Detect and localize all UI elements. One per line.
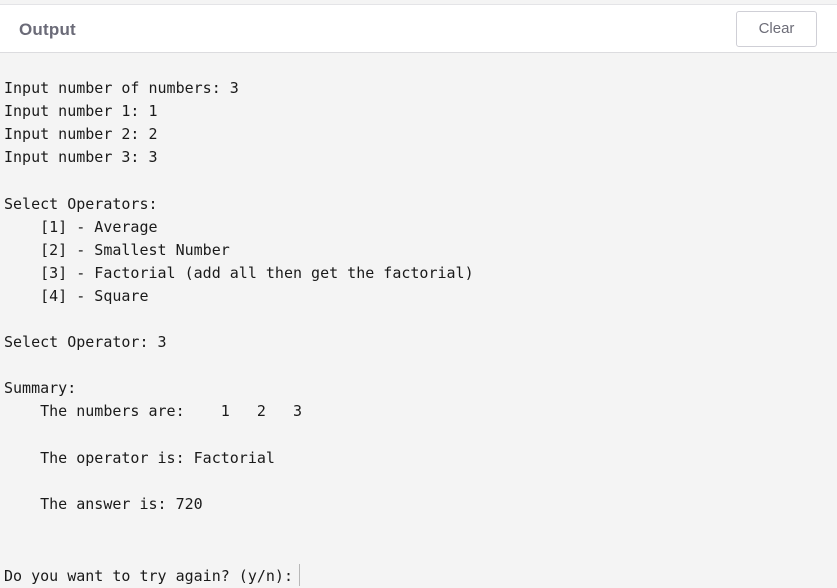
console-line: The numbers are: 1 2 3 <box>4 402 303 420</box>
console-line: Input number 3: 3 <box>4 148 158 166</box>
console-line: [2] - Smallest Number <box>4 241 230 259</box>
console-line: Select Operators: <box>4 195 158 213</box>
console-line: Summary: <box>4 379 77 397</box>
clear-button[interactable]: Clear <box>736 11 817 47</box>
console-line: [1] - Average <box>4 218 158 236</box>
output-console: Input number of numbers: 3 Input number … <box>0 53 837 588</box>
panel-title: Output <box>19 20 76 39</box>
output-panel-header: Output Clear <box>0 4 837 53</box>
text-cursor <box>298 564 300 586</box>
console-line: [3] - Factorial (add all then get the fa… <box>4 264 474 282</box>
console-line: Select Operator: 3 <box>4 333 167 351</box>
console-line: The operator is: Factorial <box>4 449 275 467</box>
console-line: The answer is: 720 <box>4 495 203 513</box>
console-line: [4] - Square <box>4 287 149 305</box>
console-line: Input number 2: 2 <box>4 125 158 143</box>
console-line: Input number of numbers: 3 <box>4 79 239 97</box>
prompt-text: Do you want to try again? (y/n): <box>4 567 293 585</box>
console-prompt-line[interactable]: Do you want to try again? (y/n): <box>4 564 300 586</box>
console-line: Input number 1: 1 <box>4 102 158 120</box>
